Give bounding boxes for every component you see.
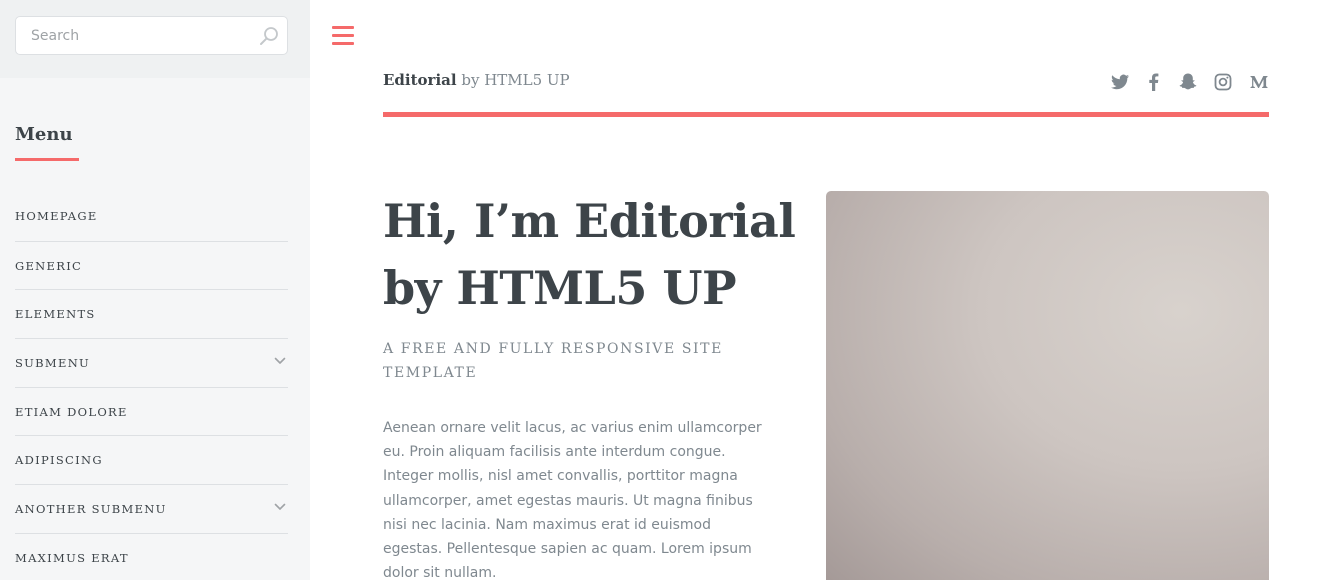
sidebar-item-adipiscing[interactable]: Adipiscing (15, 435, 288, 484)
instagram-icon[interactable] (1213, 72, 1233, 92)
sidebar-item-label: Etiam Dolore (15, 404, 128, 419)
search-input[interactable] (16, 17, 256, 54)
sidebar-item-label: Generic (15, 258, 83, 273)
menu-toggle-icon[interactable] (332, 26, 354, 46)
menu-title-underline (15, 158, 79, 161)
snapchat-icon[interactable] (1178, 72, 1198, 92)
sidebar-menu: Homepage Generic Elements Submenu Etiam … (15, 192, 288, 580)
menu-title: Menu (15, 124, 73, 145)
site-title[interactable]: Editorial by HTML5 UP (383, 71, 570, 89)
facebook-icon[interactable] (1144, 72, 1164, 92)
sidebar-item-label: Another Submenu (15, 501, 167, 516)
twitter-icon[interactable] (1110, 72, 1130, 92)
banner-title: Hi, I’m Editorial by HTML5 UP (383, 194, 796, 315)
search-section (0, 0, 310, 78)
sidebar-item-homepage[interactable]: Homepage (15, 192, 288, 241)
sidebar-item-maximus-erat[interactable]: Maximus Erat (15, 532, 288, 580)
header-divider (383, 112, 1269, 117)
sidebar-item-generic[interactable]: Generic (15, 240, 288, 290)
sidebar-item-elements[interactable]: Elements (15, 289, 288, 338)
site-title-bold: Editorial (383, 71, 457, 89)
banner-subtitle: A free and fully responsive site templat… (383, 341, 723, 381)
sidebar-item-another-submenu[interactable]: Another Submenu (15, 484, 288, 533)
sidebar-item-etiam-dolore[interactable]: Etiam Dolore (15, 386, 288, 436)
sidebar-item-label: Submenu (15, 355, 91, 370)
sidebar-item-submenu[interactable]: Submenu (15, 338, 288, 387)
medium-icon[interactable] (1249, 72, 1269, 92)
search-box[interactable] (15, 16, 288, 55)
sidebar-item-label: Adipiscing (15, 453, 103, 468)
sidebar: Menu Homepage Generic Elements Submenu E… (0, 0, 310, 580)
chevron-down-icon[interactable] (274, 355, 286, 367)
sidebar-item-label: Elements (15, 307, 96, 322)
sidebar-item-label: Homepage (15, 209, 98, 224)
site-title-rest: by HTML5 UP (456, 71, 570, 89)
search-icon[interactable] (259, 26, 279, 46)
sidebar-item-label: Maximus Erat (15, 550, 129, 565)
banner-image (826, 191, 1269, 580)
banner-body-text: Aenean ornare velit lacus, ac varius eni… (383, 420, 762, 580)
chevron-down-icon[interactable] (274, 501, 286, 513)
